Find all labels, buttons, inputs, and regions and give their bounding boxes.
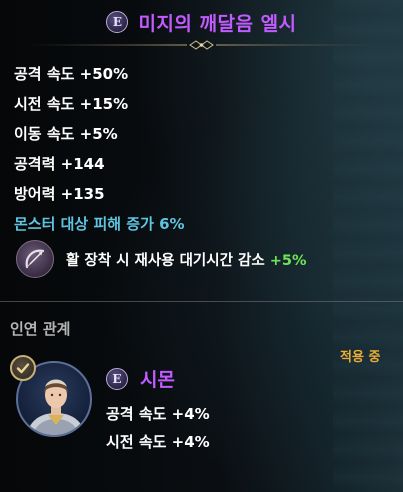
bow-icon bbox=[16, 240, 54, 278]
relation-section-title: 인연 관계 bbox=[10, 320, 71, 338]
effect-text: 활 장착 시 재사용 대기시간 감소 +5% bbox=[66, 249, 307, 270]
effect-description: 활 장착 시 재사용 대기시간 감소 bbox=[66, 252, 265, 269]
companion-stat-attack-speed: 공격 속도 +4% bbox=[106, 405, 210, 423]
item-name: 미지의 깨달음 엘시 bbox=[138, 12, 297, 35]
grade-letter: E bbox=[112, 15, 123, 29]
companion-grade-badge-icon: E bbox=[106, 367, 128, 390]
check-icon bbox=[10, 355, 36, 381]
stat-monster-damage: 몬스터 대상 피해 증가 6% bbox=[14, 215, 185, 233]
stats-list: 공격 속도 +50% 시전 속도 +15% 이동 속도 +5% 공격력 +144… bbox=[14, 61, 185, 241]
special-effect: 활 장착 시 재사용 대기시간 감소 +5% bbox=[16, 240, 307, 278]
stat-defense: 방어력 +135 bbox=[14, 185, 105, 203]
stat-attack-speed: 공격 속도 +50% bbox=[14, 65, 129, 83]
companion-portrait-wrap[interactable] bbox=[10, 355, 94, 439]
section-divider bbox=[0, 301, 403, 302]
applied-status: 적용 중 bbox=[340, 350, 381, 365]
companion-stats: 공격 속도 +4% 시전 속도 +4% bbox=[106, 401, 210, 457]
stat-cast-speed: 시전 속도 +15% bbox=[14, 95, 129, 113]
item-title-row: E 미지의 깨달음 엘시 bbox=[0, 9, 403, 35]
companion-stat-cast-speed: 시전 속도 +4% bbox=[106, 433, 210, 451]
title-divider-ornament bbox=[22, 40, 381, 50]
stat-attack-power: 공격력 +144 bbox=[14, 155, 105, 173]
companion-name: 시몬 bbox=[140, 369, 175, 391]
companion-title-row: E 시몬 bbox=[106, 365, 175, 392]
effect-bonus: +5% bbox=[269, 252, 307, 269]
companion-grade-letter: E bbox=[112, 371, 122, 386]
stat-move-speed: 이동 속도 +5% bbox=[14, 125, 118, 143]
grade-badge-icon: E bbox=[106, 11, 129, 33]
tooltip-panel: E 미지의 깨달음 엘시 공격 속도 +50% 시전 속도 +15% 이동 속도… bbox=[0, 0, 403, 492]
